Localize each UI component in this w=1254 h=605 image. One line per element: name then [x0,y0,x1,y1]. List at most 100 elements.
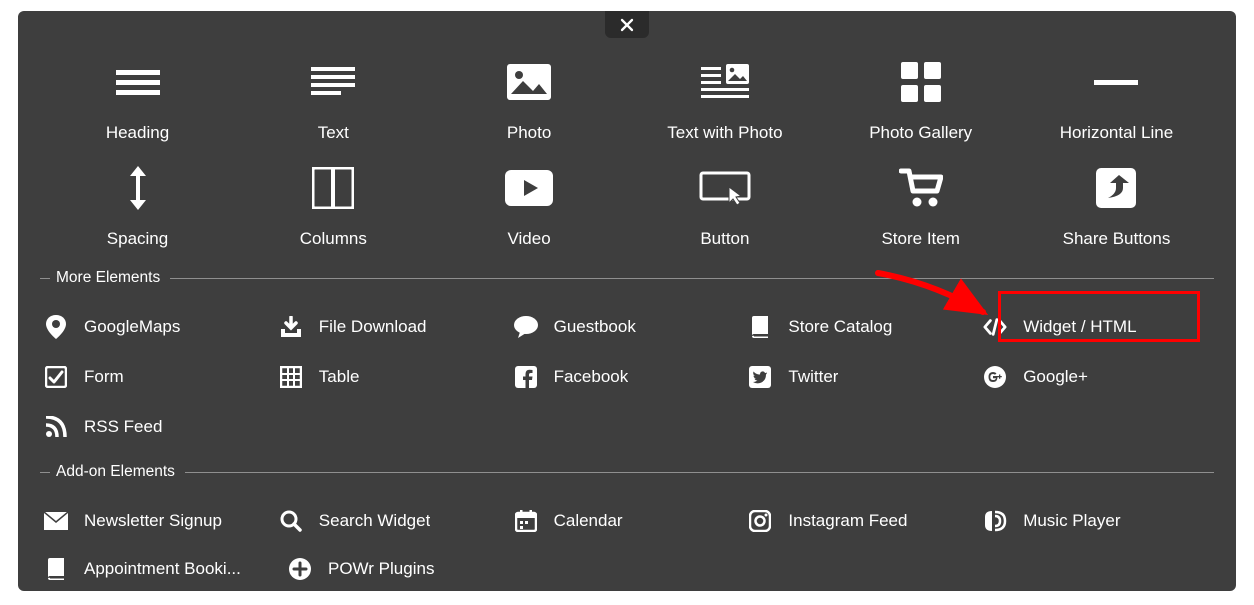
calendar-icon [514,509,538,533]
element-label: Store Catalog [788,317,892,337]
element-instagram-feed[interactable]: Instagram Feed [744,501,979,541]
element-video[interactable]: Video [432,161,627,249]
element-label: Widget / HTML [1023,317,1136,337]
download-icon [279,315,303,339]
element-twitter[interactable]: Twitter [744,357,979,397]
element-label: POWr Plugins [328,559,434,579]
element-newsletter-signup[interactable]: Newsletter Signup [40,501,275,541]
element-label: Newsletter Signup [84,511,222,531]
more-row-1: GoogleMaps File Download Guestbook Store… [40,307,1214,347]
element-label: Store Item [881,229,959,249]
element-label: Guestbook [554,317,636,337]
element-label: Text [318,123,349,143]
share-buttons-icon [1096,168,1136,208]
primary-row-1: Heading Text Photo Text with Photo Photo… [40,55,1214,143]
element-photo-gallery[interactable]: Photo Gallery [823,55,1018,143]
close-button[interactable] [605,11,649,38]
photo-icon [507,64,551,100]
section-header-more: More Elements [40,269,1214,287]
element-label: Music Player [1023,511,1120,531]
element-photo[interactable]: Photo [432,55,627,143]
more-row-3: RSS Feed [40,407,1214,447]
element-label: Appointment Booki... [84,559,241,579]
element-label: Share Buttons [1063,229,1171,249]
element-horizontal-line[interactable]: Horizontal Line [1019,55,1214,143]
text-icon [311,65,355,99]
googleplus-icon [983,365,1007,389]
element-appointment-booking[interactable]: Appointment Booki... [40,549,284,589]
section-header-addon: Add-on Elements [40,463,1214,481]
element-label: Calendar [554,511,623,531]
element-text-with-photo[interactable]: Text with Photo [627,55,822,143]
element-label: GoogleMaps [84,317,180,337]
element-heading[interactable]: Heading [40,55,235,143]
element-store-catalog[interactable]: Store Catalog [744,307,979,347]
form-icon [44,365,68,389]
element-label: File Download [319,317,427,337]
element-label: Form [84,367,124,387]
twitter-icon [748,365,772,389]
element-label: Instagram Feed [788,511,907,531]
element-label: RSS Feed [84,417,162,437]
elements-panel: Heading Text Photo Text with Photo Photo… [18,11,1236,591]
element-powr-plugins[interactable]: POWr Plugins [284,549,528,589]
code-icon [983,315,1007,339]
search-icon [279,509,303,533]
section-title: More Elements [56,269,160,287]
close-icon [619,17,635,33]
element-label: Google+ [1023,367,1088,387]
element-columns[interactable]: Columns [236,161,431,249]
primary-row-2: Spacing Columns Video Button Store Item … [40,161,1214,249]
element-button[interactable]: Button [627,161,822,249]
element-calendar[interactable]: Calendar [510,501,745,541]
video-icon [505,170,553,206]
element-table[interactable]: Table [275,357,510,397]
photo-gallery-icon [901,62,941,102]
more-row-2: Form Table Facebook Twitter Google+ [40,357,1214,397]
rss-icon [44,415,68,439]
element-label: Facebook [554,367,629,387]
element-label: Heading [106,123,169,143]
element-file-download[interactable]: File Download [275,307,510,347]
element-googlemaps[interactable]: GoogleMaps [40,307,275,347]
element-label: Button [700,229,749,249]
element-share-buttons[interactable]: Share Buttons [1019,161,1214,249]
music-icon [983,509,1007,533]
plus-circle-icon [288,557,312,581]
element-label: Photo Gallery [869,123,972,143]
element-label: Text with Photo [667,123,782,143]
instagram-icon [748,509,772,533]
element-label: Spacing [107,229,168,249]
element-rss-feed[interactable]: RSS Feed [40,407,284,447]
element-label: Search Widget [319,511,431,531]
element-widget-html[interactable]: Widget / HTML [979,307,1214,347]
map-pin-icon [44,315,68,339]
facebook-icon [514,365,538,389]
section-title: Add-on Elements [56,463,175,481]
book-icon [44,557,68,581]
element-spacing[interactable]: Spacing [40,161,235,249]
element-text[interactable]: Text [236,55,431,143]
horizontal-line-icon [1094,77,1138,87]
store-item-icon [899,167,943,209]
element-label: Twitter [788,367,838,387]
addon-row-1: Newsletter Signup Search Widget Calendar… [40,501,1214,541]
comment-icon [514,315,538,339]
addon-row-2: Appointment Booki... POWr Plugins [40,549,1214,589]
element-store-item[interactable]: Store Item [823,161,1018,249]
mail-icon [44,509,68,533]
element-form[interactable]: Form [40,357,275,397]
book-icon [748,315,772,339]
table-icon [279,365,303,389]
element-googleplus[interactable]: Google+ [979,357,1214,397]
element-facebook[interactable]: Facebook [510,357,745,397]
element-guestbook[interactable]: Guestbook [510,307,745,347]
element-music-player[interactable]: Music Player [979,501,1214,541]
element-label: Horizontal Line [1060,123,1173,143]
element-label: Table [319,367,360,387]
text-with-photo-icon [701,64,749,100]
heading-icon [116,66,160,98]
spacing-icon [126,164,150,212]
button-icon [699,169,751,207]
element-search-widget[interactable]: Search Widget [275,501,510,541]
